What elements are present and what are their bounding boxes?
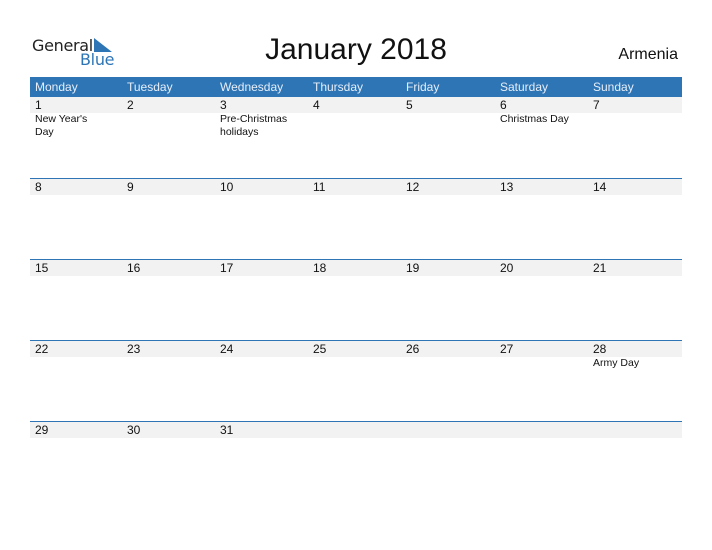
weekday-tuesday: Tuesday — [127, 80, 173, 94]
day-number: 28 — [593, 342, 607, 356]
day-number: 16 — [127, 261, 141, 275]
day-number — [588, 422, 682, 438]
calendar-grid: Monday Tuesday Wednesday Thursday Friday… — [30, 77, 682, 502]
weekday-thursday: Thursday — [313, 80, 364, 94]
holiday-label: Pre-Christmas holidays — [220, 113, 288, 138]
holiday-label — [401, 357, 495, 370]
day-number: 21 — [593, 261, 607, 275]
day-number — [401, 422, 495, 438]
day-number — [308, 422, 401, 438]
day-number: 25 — [313, 342, 327, 356]
weekday-friday: Friday — [406, 80, 440, 94]
holiday-label: New Year's Day — [35, 113, 88, 138]
weekday-wednesday: Wednesday — [220, 80, 284, 94]
day-number: 30 — [127, 423, 141, 437]
holiday-label — [30, 357, 122, 370]
day-number: 8 — [35, 180, 42, 194]
week-row: 8 9 10 11 12 13 14 — [30, 178, 682, 259]
holiday-label: Army Day — [593, 357, 640, 369]
weekday-saturday: Saturday — [500, 80, 549, 94]
weekday-header: Monday Tuesday Wednesday Thursday Friday… — [30, 77, 682, 97]
day-number: 20 — [500, 261, 514, 275]
holiday-label — [588, 113, 682, 139]
day-number: 22 — [35, 342, 49, 356]
week-row: 29 30 31 — [30, 421, 682, 502]
day-number: 11 — [313, 180, 326, 194]
holiday-label — [122, 357, 215, 370]
date-band: 29 30 31 — [30, 422, 682, 438]
day-number: 7 — [593, 98, 600, 112]
day-number: 2 — [127, 98, 134, 112]
date-band: 1 2 3 4 5 6 7 — [30, 97, 682, 113]
day-number: 10 — [220, 180, 234, 194]
holiday-label — [308, 357, 401, 370]
holiday-label — [215, 357, 308, 370]
events-row: Army Day — [30, 357, 682, 370]
day-number: 6 — [500, 98, 507, 112]
day-number: 14 — [593, 180, 607, 194]
day-number: 24 — [220, 342, 234, 356]
weekday-monday: Monday — [35, 80, 78, 94]
day-number: 9 — [127, 180, 134, 194]
day-number: 23 — [127, 342, 141, 356]
date-band: 15 16 17 18 19 20 21 — [30, 260, 682, 276]
day-number: 29 — [35, 423, 49, 437]
day-number: 12 — [406, 180, 420, 194]
holiday-label — [401, 113, 495, 139]
day-number: 3 — [220, 98, 227, 112]
day-number: 27 — [500, 342, 514, 356]
day-number: 19 — [406, 261, 420, 275]
events-row: New Year's Day Pre-Christmas holidays Chri… — [30, 113, 682, 139]
day-number: 5 — [406, 98, 413, 112]
week-row: 22 23 24 25 26 27 28 Army Day — [30, 340, 682, 421]
week-row: 1 2 3 4 5 6 7 New Year's Day Pre-Christmas holid… — [30, 97, 682, 178]
holiday-label — [308, 113, 401, 139]
date-band: 22 23 24 25 26 27 28 — [30, 341, 682, 357]
day-number: 31 — [220, 423, 234, 437]
day-number — [495, 422, 588, 438]
day-number: 4 — [313, 98, 320, 112]
holiday-label — [495, 357, 588, 370]
holiday-label — [122, 113, 215, 139]
day-number: 18 — [313, 261, 327, 275]
holiday-label: Christmas Day — [500, 113, 569, 125]
day-number: 13 — [500, 180, 514, 194]
weekday-sunday: Sunday — [593, 80, 634, 94]
week-row: 15 16 17 18 19 20 21 — [30, 259, 682, 340]
day-number: 26 — [406, 342, 420, 356]
page-title: January 2018 — [265, 33, 447, 66]
country-label: Armenia — [618, 46, 678, 63]
date-band: 8 9 10 11 12 13 14 — [30, 179, 682, 195]
day-number: 1 — [35, 98, 42, 112]
day-number: 15 — [35, 261, 49, 275]
day-number: 17 — [220, 261, 234, 275]
